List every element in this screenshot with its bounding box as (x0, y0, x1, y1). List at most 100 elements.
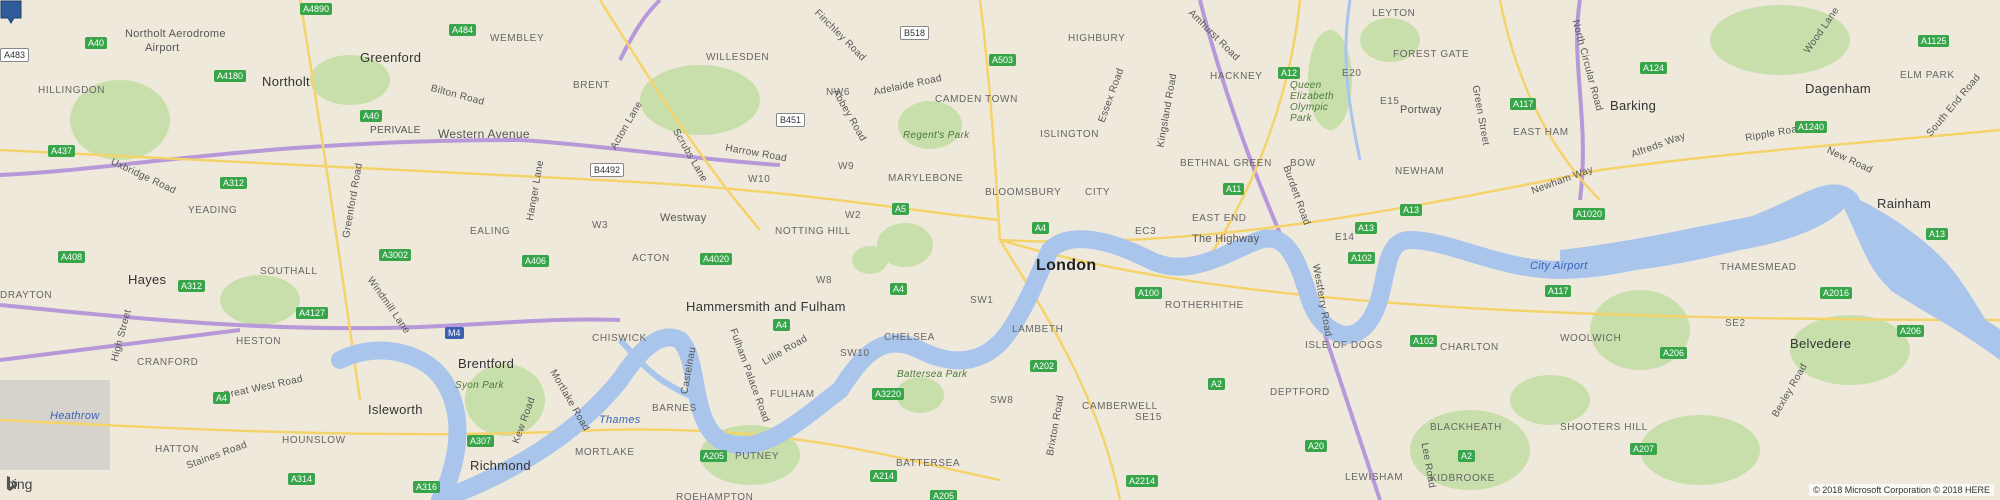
shield-a2b: A2 (1458, 450, 1476, 462)
shield-a408: A408 (58, 251, 86, 263)
place-heston: HESTON (236, 336, 282, 347)
place-hounslow: HOUNSLOW (282, 435, 346, 446)
shield-a503: A503 (989, 54, 1017, 66)
place-marylebone: MARYLEBONE (888, 173, 964, 184)
place-sw10: SW10 (840, 348, 870, 359)
shield-a312b: A312 (178, 280, 206, 292)
place-w3: W3 (592, 220, 609, 231)
shield-a13: A13 (1355, 222, 1378, 234)
location-pin-icon[interactable] (0, 0, 22, 24)
place-forest-gate: FOREST GATE (1393, 49, 1470, 60)
shield-a206: A206 (1660, 347, 1688, 359)
shield-a5: A5 (892, 203, 910, 215)
shield-a4180: A4180 (214, 70, 247, 82)
shield-a1125: A1125 (1918, 35, 1950, 47)
shield-a102b: A102 (1410, 335, 1438, 347)
place-northolt-aerodrome: Northolt Aerodrome (125, 28, 226, 40)
park-syon-park: Syon Park (455, 380, 504, 391)
park-regents-park: Regent's Park (903, 130, 970, 141)
shield-b451: B451 (776, 113, 806, 127)
place-se2: SE2 (1725, 318, 1746, 329)
place-heathrow: Heathrow (50, 410, 100, 422)
place-brent: BRENT (573, 80, 610, 91)
place-newham: NEWHAM (1395, 166, 1445, 177)
shield-a4-chiswick: A4 (773, 319, 791, 331)
place-w10: W10 (748, 174, 771, 185)
place-se15: SE15 (1135, 412, 1162, 423)
place-w9: W9 (838, 161, 855, 172)
place-lambeth: LAMBETH (1012, 324, 1064, 335)
shield-a117: A117 (1510, 98, 1537, 110)
place-dagenham: Dagenham (1805, 81, 1871, 96)
shield-a316: A316 (413, 481, 441, 493)
place-rainham: Rainham (1877, 196, 1932, 211)
place-portway: Portway (1400, 104, 1442, 116)
shield-a4-centre: A4 (890, 283, 908, 295)
place-charlton: CHARLTON (1440, 342, 1499, 353)
shield-a205b: A205 (930, 490, 958, 500)
shield-a117b: A117 (1545, 285, 1572, 297)
place-northolt: Northolt (262, 74, 310, 89)
place-barking: Barking (1610, 98, 1657, 113)
copyright-notice: © 2018 Microsoft Corporation © 2018 HERE (1809, 484, 1994, 496)
place-southall: SOUTHALL (260, 266, 318, 277)
place-hillingdon: HILLINGDON (38, 85, 106, 96)
map-canvas[interactable]: Northolt Aerodrome Airport Greenford Nor… (0, 0, 2000, 500)
shield-a4-city: A4 (1032, 222, 1050, 234)
place-westway: Westway (660, 212, 707, 224)
place-hackney: HACKNEY (1210, 71, 1263, 82)
place-yeading: YEADING (188, 205, 238, 216)
shield-a483: A483 (0, 48, 30, 62)
shield-a307: A307 (467, 435, 495, 447)
place-cranford: CRANFORD (137, 357, 199, 368)
place-blackheath: BLACKHEATH (1430, 422, 1502, 433)
road-western-avenue: Western Avenue (438, 127, 530, 141)
place-w8: W8 (816, 275, 833, 286)
place-notting-hill: NOTTING HILL (775, 226, 852, 237)
shield-a406: A406 (522, 255, 550, 267)
place-queen-elizabeth-park: Queen Elizabeth Olympic Park (1290, 80, 1334, 124)
place-hammersmith-fulham: Hammersmith and Fulham (686, 299, 846, 314)
shield-a4127: A4127 (296, 307, 329, 319)
place-islington: ISLINGTON (1040, 129, 1100, 140)
place-lewisham: LEWISHAM (1345, 472, 1404, 483)
place-sw8: SW8 (990, 395, 1014, 406)
place-barnes: BARNES (652, 403, 697, 414)
place-isleworth: Isleworth (368, 402, 423, 417)
place-airport: Airport (145, 42, 180, 54)
place-thamesmead: THAMESMEAD (1720, 262, 1797, 273)
place-drayton: DRAYTON (0, 290, 53, 301)
shield-a214: A214 (870, 470, 898, 482)
shield-a3220: A3220 (872, 388, 905, 400)
road-perivale: PERIVALE (370, 125, 421, 136)
shield-a3002: A3002 (379, 249, 412, 261)
shield-b4492: B4492 (590, 163, 625, 177)
shield-a102: A102 (1348, 252, 1376, 264)
shield-a2016: A2016 (1820, 287, 1853, 299)
shield-a2214: A2214 (1126, 475, 1159, 487)
place-chelsea: CHELSEA (884, 332, 935, 343)
place-woolwich: WOOLWICH (1560, 333, 1622, 344)
shield-a202: A202 (1030, 360, 1058, 372)
shield-a40b: A40 (360, 110, 383, 122)
shield-a100: A100 (1135, 287, 1163, 299)
shield-a2: A2 (1208, 378, 1226, 390)
place-elm-park: ELM PARK (1900, 70, 1955, 81)
bing-logo-icon (7, 476, 17, 491)
shield-a11: A11 (1223, 183, 1245, 195)
place-deptford: DEPTFORD (1270, 387, 1330, 398)
place-wembley: WEMBLEY (490, 33, 545, 44)
bing-logo[interactable]: bing (6, 476, 32, 492)
place-chiswick: CHISWICK (592, 333, 647, 344)
shield-a437: A437 (48, 145, 76, 157)
place-e15: E15 (1380, 96, 1400, 107)
place-fulham: FULHAM (770, 389, 815, 400)
shield-a13b: A13 (1400, 204, 1423, 216)
place-shooters-hill: SHOOTERS HILL (1560, 422, 1648, 433)
place-mortlake: MORTLAKE (575, 447, 635, 458)
shield-a124: A124 (1640, 62, 1668, 74)
place-the-highway: The Highway (1192, 233, 1260, 245)
shield-b518: B518 (900, 26, 930, 40)
shield-a4890: A4890 (300, 3, 333, 15)
place-leyton: LEYTON (1372, 8, 1416, 19)
